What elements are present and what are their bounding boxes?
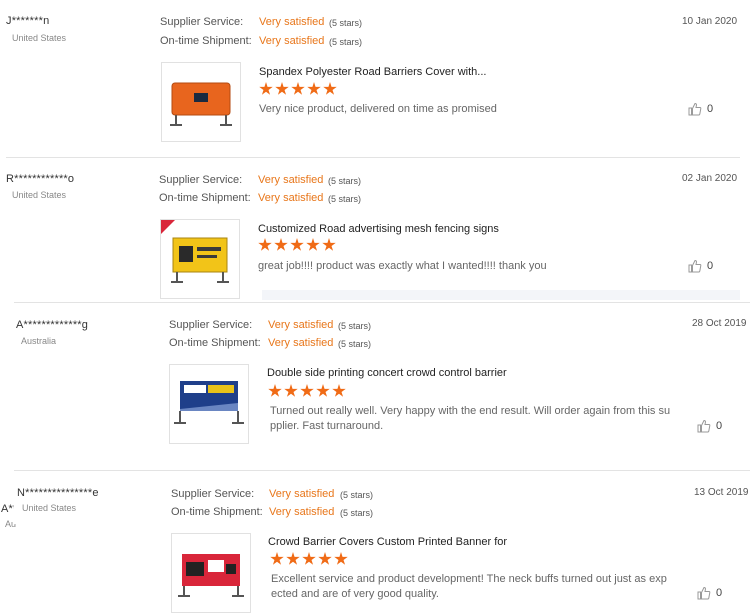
on-time-shipment-label: On-time Shipment: — [159, 192, 251, 204]
supplier-service-label: Supplier Service: — [169, 319, 253, 331]
supplier-service-label: Supplier Service: — [159, 174, 243, 186]
like-button[interactable]: 0 — [688, 259, 713, 273]
rating-stars — [259, 82, 337, 96]
review-date: 10 Jan 2020 — [682, 16, 738, 27]
like-button[interactable]: 0 — [697, 419, 722, 433]
product-title[interactable]: Crowd Barrier Covers Custom Printed Bann… — [268, 536, 507, 548]
star-icon — [274, 238, 288, 251]
review-date: 28 Oct 2019 — [692, 318, 747, 329]
supplier-service-stars: (5 stars) — [329, 18, 363, 28]
star-icon — [332, 384, 346, 397]
like-count: 0 — [716, 420, 723, 432]
on-time-shipment-value: Very satisfied — [268, 337, 334, 349]
on-time-shipment-value: Very satisfied — [258, 192, 324, 204]
review-comment-line-1: Turned out really well. Very happy with … — [270, 405, 671, 417]
on-time-shipment-stars: (5 stars) — [338, 339, 372, 349]
star-icon — [284, 384, 298, 397]
review-comment-line-2: pplier. Fast turnaround. — [270, 420, 384, 432]
star-icon — [291, 82, 305, 95]
star-icon — [259, 82, 273, 95]
rating-stars — [258, 238, 336, 252]
reviewer-name: J*******n — [6, 15, 50, 27]
review-date: 02 Jan 2020 — [682, 173, 738, 184]
like-count: 0 — [716, 587, 723, 599]
review-comment: great job!!!! product was exactly what I… — [258, 260, 547, 272]
on-time-shipment-stars: (5 stars) — [329, 37, 363, 47]
reviewer-country: Australia — [21, 336, 57, 346]
product-thumbnail[interactable] — [160, 219, 240, 299]
rating-stars — [270, 552, 348, 566]
product-title[interactable]: Customized Road advertising mesh fencing… — [258, 223, 499, 235]
reviewer-country: United States — [12, 33, 67, 43]
like-count: 0 — [707, 103, 714, 115]
star-icon — [286, 552, 300, 565]
star-icon — [323, 82, 337, 95]
supplier-service-label: Supplier Service: — [160, 16, 244, 28]
like-count: 0 — [707, 260, 714, 272]
star-icon — [306, 238, 320, 251]
orange-barrier-cover-image — [170, 82, 232, 126]
review-card-1: J*******n United States Supplier Service… — [0, 0, 750, 157]
like-button[interactable]: 0 — [688, 102, 713, 116]
star-icon — [268, 384, 282, 397]
star-icon — [322, 238, 336, 251]
product-thumbnail[interactable] — [161, 62, 241, 142]
on-time-shipment-label: On-time Shipment: — [160, 35, 252, 47]
crowd-control-barrier-image — [174, 381, 244, 424]
rating-stars — [268, 384, 346, 398]
star-icon — [275, 82, 289, 95]
supplier-service-stars: (5 stars) — [338, 321, 372, 331]
supplier-service-stars: (5 stars) — [328, 176, 362, 186]
star-icon — [300, 384, 314, 397]
product-thumbnail[interactable] — [171, 533, 251, 613]
star-icon — [302, 552, 316, 565]
supplier-service-value: Very satisfied — [268, 319, 334, 331]
reviewer-name: A*************g — [16, 319, 89, 331]
star-icon — [290, 238, 304, 251]
on-time-shipment-stars: (5 stars) — [328, 194, 362, 204]
like-button[interactable]: 0 — [697, 586, 722, 600]
on-time-shipment-label: On-time Shipment: — [169, 337, 261, 349]
supplier-service-stars: (5 stars) — [340, 490, 374, 500]
on-time-shipment-value: Very satisfied — [269, 506, 335, 518]
thumbs-up-icon — [697, 586, 711, 600]
reviewer-name: N***************e — [17, 487, 99, 499]
supplier-service-value: Very satisfied — [269, 488, 335, 500]
review-comment: Very nice product, delivered on time as … — [259, 103, 497, 115]
review-comment-line-2: ected and are of very good quality. — [271, 588, 439, 600]
review-date: 13 Oct 2019 — [694, 487, 749, 498]
reviewer-name: R************o — [6, 173, 75, 185]
on-time-shipment-value: Very satisfied — [259, 35, 325, 47]
product-thumbnail[interactable] — [169, 364, 249, 444]
on-time-shipment-label: On-time Shipment: — [171, 506, 263, 518]
product-title[interactable]: Spandex Polyester Road Barriers Cover wi… — [259, 66, 486, 78]
review-card-3: A*************g Australia Supplier Servi… — [0, 302, 750, 470]
star-icon — [307, 82, 321, 95]
star-icon — [316, 384, 330, 397]
red-barrier-banner-image — [178, 554, 244, 597]
star-icon — [258, 238, 272, 251]
star-icon — [318, 552, 332, 565]
faded-footer-bar — [262, 290, 740, 300]
star-icon — [334, 552, 348, 565]
review-card-2: R************o United States Supplier Se… — [0, 157, 750, 302]
thumbs-up-icon — [688, 102, 702, 116]
review-comment-line-1: Excellent service and product developmen… — [271, 573, 667, 585]
supplier-service-label: Supplier Service: — [171, 488, 255, 500]
on-time-shipment-stars: (5 stars) — [340, 508, 374, 518]
thumbs-up-icon — [697, 419, 711, 433]
thumbs-up-icon — [688, 259, 702, 273]
star-icon — [270, 552, 284, 565]
reviewer-country: United States — [22, 503, 77, 513]
reviewer-country: United States — [12, 190, 67, 200]
yellow-mesh-sign-image — [161, 220, 229, 283]
supplier-service-value: Very satisfied — [259, 16, 325, 28]
supplier-service-value: Very satisfied — [258, 174, 324, 186]
review-card-4: N***************e United States Supplier… — [0, 470, 750, 615]
product-title[interactable]: Double side printing concert crowd contr… — [267, 367, 507, 379]
